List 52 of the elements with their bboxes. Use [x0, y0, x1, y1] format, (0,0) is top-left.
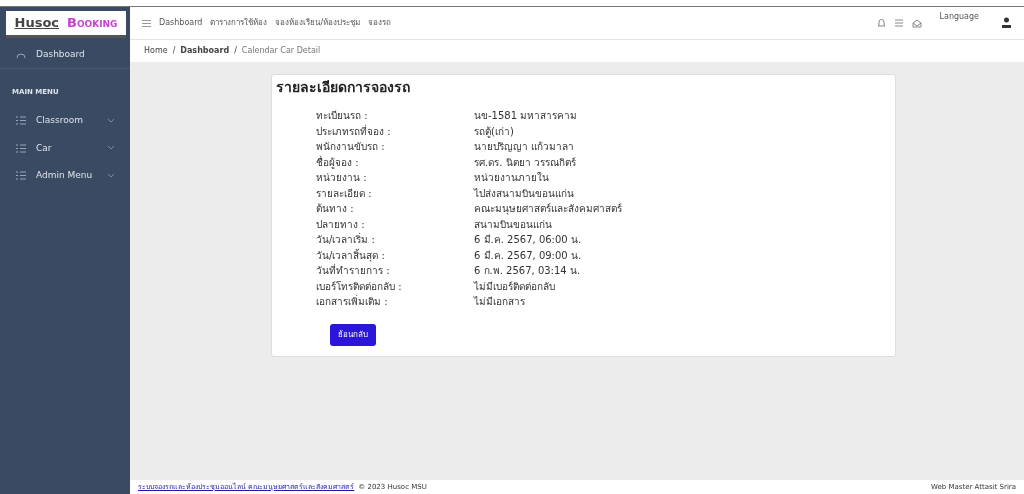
field-value: นายปริญญา แก้วมาลา	[474, 140, 575, 154]
breadcrumb-link[interactable]: Home	[144, 45, 168, 57]
field-value: สนามบินขอนแก่น	[474, 217, 552, 232]
field-label: ประเภทรถที่จอง :	[316, 123, 392, 139]
field-label: พนักงานขับรถ :	[316, 140, 386, 154]
list-icon[interactable]	[893, 18, 904, 28]
back-button[interactable]: ย้อนกลับ	[330, 323, 376, 346]
list-icon	[16, 171, 26, 181]
language-menu[interactable]: Language	[939, 11, 979, 23]
brand-text: Husoc	[14, 14, 60, 33]
field-value: 6 มี.ค. 2567, 06:00 น.	[474, 233, 582, 247]
user-icon[interactable]	[1001, 17, 1012, 29]
breadcrumb-separator: /	[172, 45, 176, 57]
nav-link[interactable]: จองรถ	[368, 17, 392, 29]
field-value: 6 ก.พ. 2567, 03:14 น.	[474, 264, 581, 278]
field-label: เบอร์โทรติดต่อกลับ :	[316, 279, 403, 294]
list-icon	[16, 116, 26, 126]
nav-link[interactable]: Dashboard	[159, 17, 203, 29]
gauge-icon	[16, 50, 26, 59]
field-label: ต้นทาง :	[316, 202, 355, 216]
field-value: นข-1581 มหาสารคาม	[474, 109, 578, 123]
field-label: วันที่ทำรายการ :	[316, 263, 391, 278]
breadcrumb-separator: /	[234, 45, 237, 57]
field-label: รายละเอียด :	[316, 186, 373, 201]
nav-link[interactable]: จองห้องเรียน/ห้องประชุม	[275, 17, 361, 29]
field-value: 6 มี.ค. 2567, 09:00 น.	[474, 248, 582, 263]
field-label: ทะเบียนรถ :	[316, 109, 369, 123]
field-label: หน่วยงาน :	[316, 171, 368, 185]
bell-icon[interactable]	[876, 18, 886, 28]
field-label: วัน/เวลาสิ้นสุด :	[316, 247, 386, 263]
card-title: รายละเอียดการจองรถ	[276, 78, 411, 97]
field-value: คณะมนุษยศาสตร์และสังคมศาสตร์	[474, 202, 622, 217]
envelope-icon[interactable]	[911, 18, 922, 28]
field-value: ไม่มีเบอร์ติดต่อกลับ	[474, 279, 555, 294]
nav-link[interactable]: ตารางการใช้ห้อง	[210, 17, 268, 29]
menu-icon[interactable]	[142, 19, 151, 27]
sidebar-item[interactable]: Car	[0, 134, 130, 162]
list-icon	[16, 143, 26, 153]
field-value: ไปส่งสนามบินขอนแก่น	[474, 186, 574, 201]
field-label: เอกสารเพิ่มเติม :	[316, 294, 389, 309]
field-value: รถตู้(เก่า)	[474, 124, 514, 139]
field-label: ปลายทาง :	[316, 217, 366, 232]
brand-text: Booking	[67, 14, 118, 33]
breadcrumb-link[interactable]: Dashboard	[180, 45, 230, 57]
sidebar-item[interactable]: Classroom	[0, 107, 130, 135]
field-value: ไม่มีเอกสาร	[474, 295, 525, 309]
field-value: รศ.ดร. นิตยา วรรณกิตร์	[474, 155, 576, 170]
breadcrumb-current: Calendar Car Detail	[241, 45, 321, 57]
field-label: ชื่อผู้จอง :	[316, 154, 360, 170]
field-label: วัน/เวลาเริ่ม :	[316, 232, 376, 247]
sidebar-item[interactable]: Admin Menu	[0, 162, 130, 190]
field-value: หน่วยงานภายใน	[474, 171, 549, 185]
